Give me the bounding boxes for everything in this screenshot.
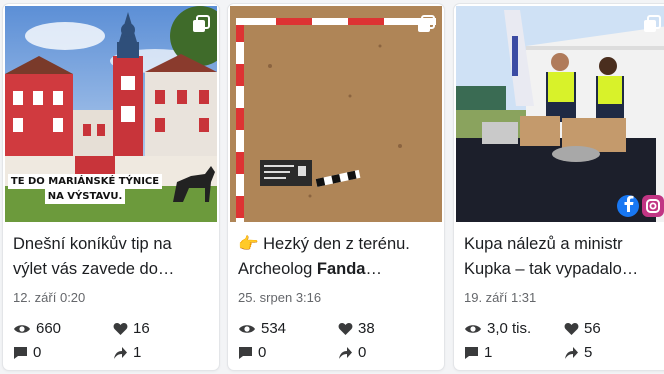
comment-icon xyxy=(239,346,252,359)
post-date: 25. srpen 3:16 xyxy=(238,290,322,305)
shares-count: 0 xyxy=(338,344,366,361)
post-date: 12. září 0:20 xyxy=(13,290,86,305)
title-line-1: Hezký den z terénu. xyxy=(258,235,410,253)
multiple-photos-icon xyxy=(193,15,210,32)
shares-count: 5 xyxy=(564,344,592,361)
comment-icon xyxy=(465,346,478,359)
post-thumbnail[interactable]: TE DO MARIÁNSKÉ TÝNICE NA VÝSTAVU. xyxy=(5,6,217,222)
post-card[interactable]: TE DO MARIÁNSKÉ TÝNICE NA VÝSTAVU. Dnešn… xyxy=(3,4,219,370)
comments-value: 1 xyxy=(484,344,493,361)
post-title[interactable]: 👉 Hezký den z terénu. Archeolog Fanda… xyxy=(238,232,436,282)
likes-value: 16 xyxy=(133,320,150,337)
share-arrow-icon xyxy=(565,346,578,359)
post-thumbnail[interactable] xyxy=(230,6,442,222)
heart-icon xyxy=(338,322,353,335)
post-card[interactable]: 👉 Hezký den z terénu. Archeolog Fanda… 25… xyxy=(228,4,444,370)
title-line-2-prefix: Archeolog xyxy=(238,260,317,278)
likes-count: 16 xyxy=(113,320,150,337)
caption-line-2: NA VÝSTAVU. xyxy=(44,189,126,204)
pointing-hand-emoji: 👉 xyxy=(238,235,259,253)
comments-value: 0 xyxy=(33,344,42,361)
shares-count: 1 xyxy=(113,344,141,361)
caption-line-1: TE DO MARIÁNSKÉ TÝNICE xyxy=(7,174,163,189)
post-thumbnail[interactable] xyxy=(456,6,664,222)
shares-value: 0 xyxy=(358,344,367,361)
post-title[interactable]: Kupa nálezů a ministr Kupka – tak vypada… xyxy=(464,232,662,282)
views-count: 534 xyxy=(238,320,286,337)
eye-icon xyxy=(14,324,30,333)
likes-value: 38 xyxy=(358,320,375,337)
image-caption-overlay: TE DO MARIÁNSKÉ TÝNICE NA VÝSTAVU. xyxy=(5,174,165,204)
views-count: 660 xyxy=(13,320,61,337)
post-date: 19. září 1:31 xyxy=(464,290,537,305)
multiple-photos-icon xyxy=(418,15,435,32)
views-count: 3,0 tis. xyxy=(464,320,531,337)
views-value: 660 xyxy=(36,320,62,337)
shares-value: 1 xyxy=(133,344,142,361)
share-arrow-icon xyxy=(339,346,352,359)
views-value: 3,0 tis. xyxy=(487,320,532,337)
views-value: 534 xyxy=(261,320,287,337)
comments-count: 0 xyxy=(238,344,266,361)
title-line-2-suffix: … xyxy=(365,260,382,278)
heart-icon xyxy=(564,322,579,335)
shares-value: 5 xyxy=(584,344,593,361)
comments-value: 0 xyxy=(258,344,267,361)
comments-count: 1 xyxy=(464,344,492,361)
exhibition-photo xyxy=(456,6,664,222)
post-grid: TE DO MARIÁNSKÉ TÝNICE NA VÝSTAVU. Dnešn… xyxy=(0,0,664,374)
comments-count: 0 xyxy=(13,344,41,361)
eye-icon xyxy=(239,324,255,333)
post-title[interactable]: Dnešní koníkův tip na výlet vás zavede d… xyxy=(13,232,211,282)
eye-icon xyxy=(465,324,481,333)
heart-icon xyxy=(113,322,128,335)
comment-icon xyxy=(14,346,27,359)
likes-count: 38 xyxy=(338,320,375,337)
share-arrow-icon xyxy=(114,346,127,359)
likes-value: 56 xyxy=(584,320,601,337)
multiple-photos-icon xyxy=(644,15,661,32)
likes-count: 56 xyxy=(564,320,601,337)
post-card[interactable]: Kupa nálezů a ministr Kupka – tak vypada… xyxy=(454,4,664,370)
title-line-2-bold: Fanda xyxy=(316,260,366,278)
excavation-photo xyxy=(230,6,442,222)
